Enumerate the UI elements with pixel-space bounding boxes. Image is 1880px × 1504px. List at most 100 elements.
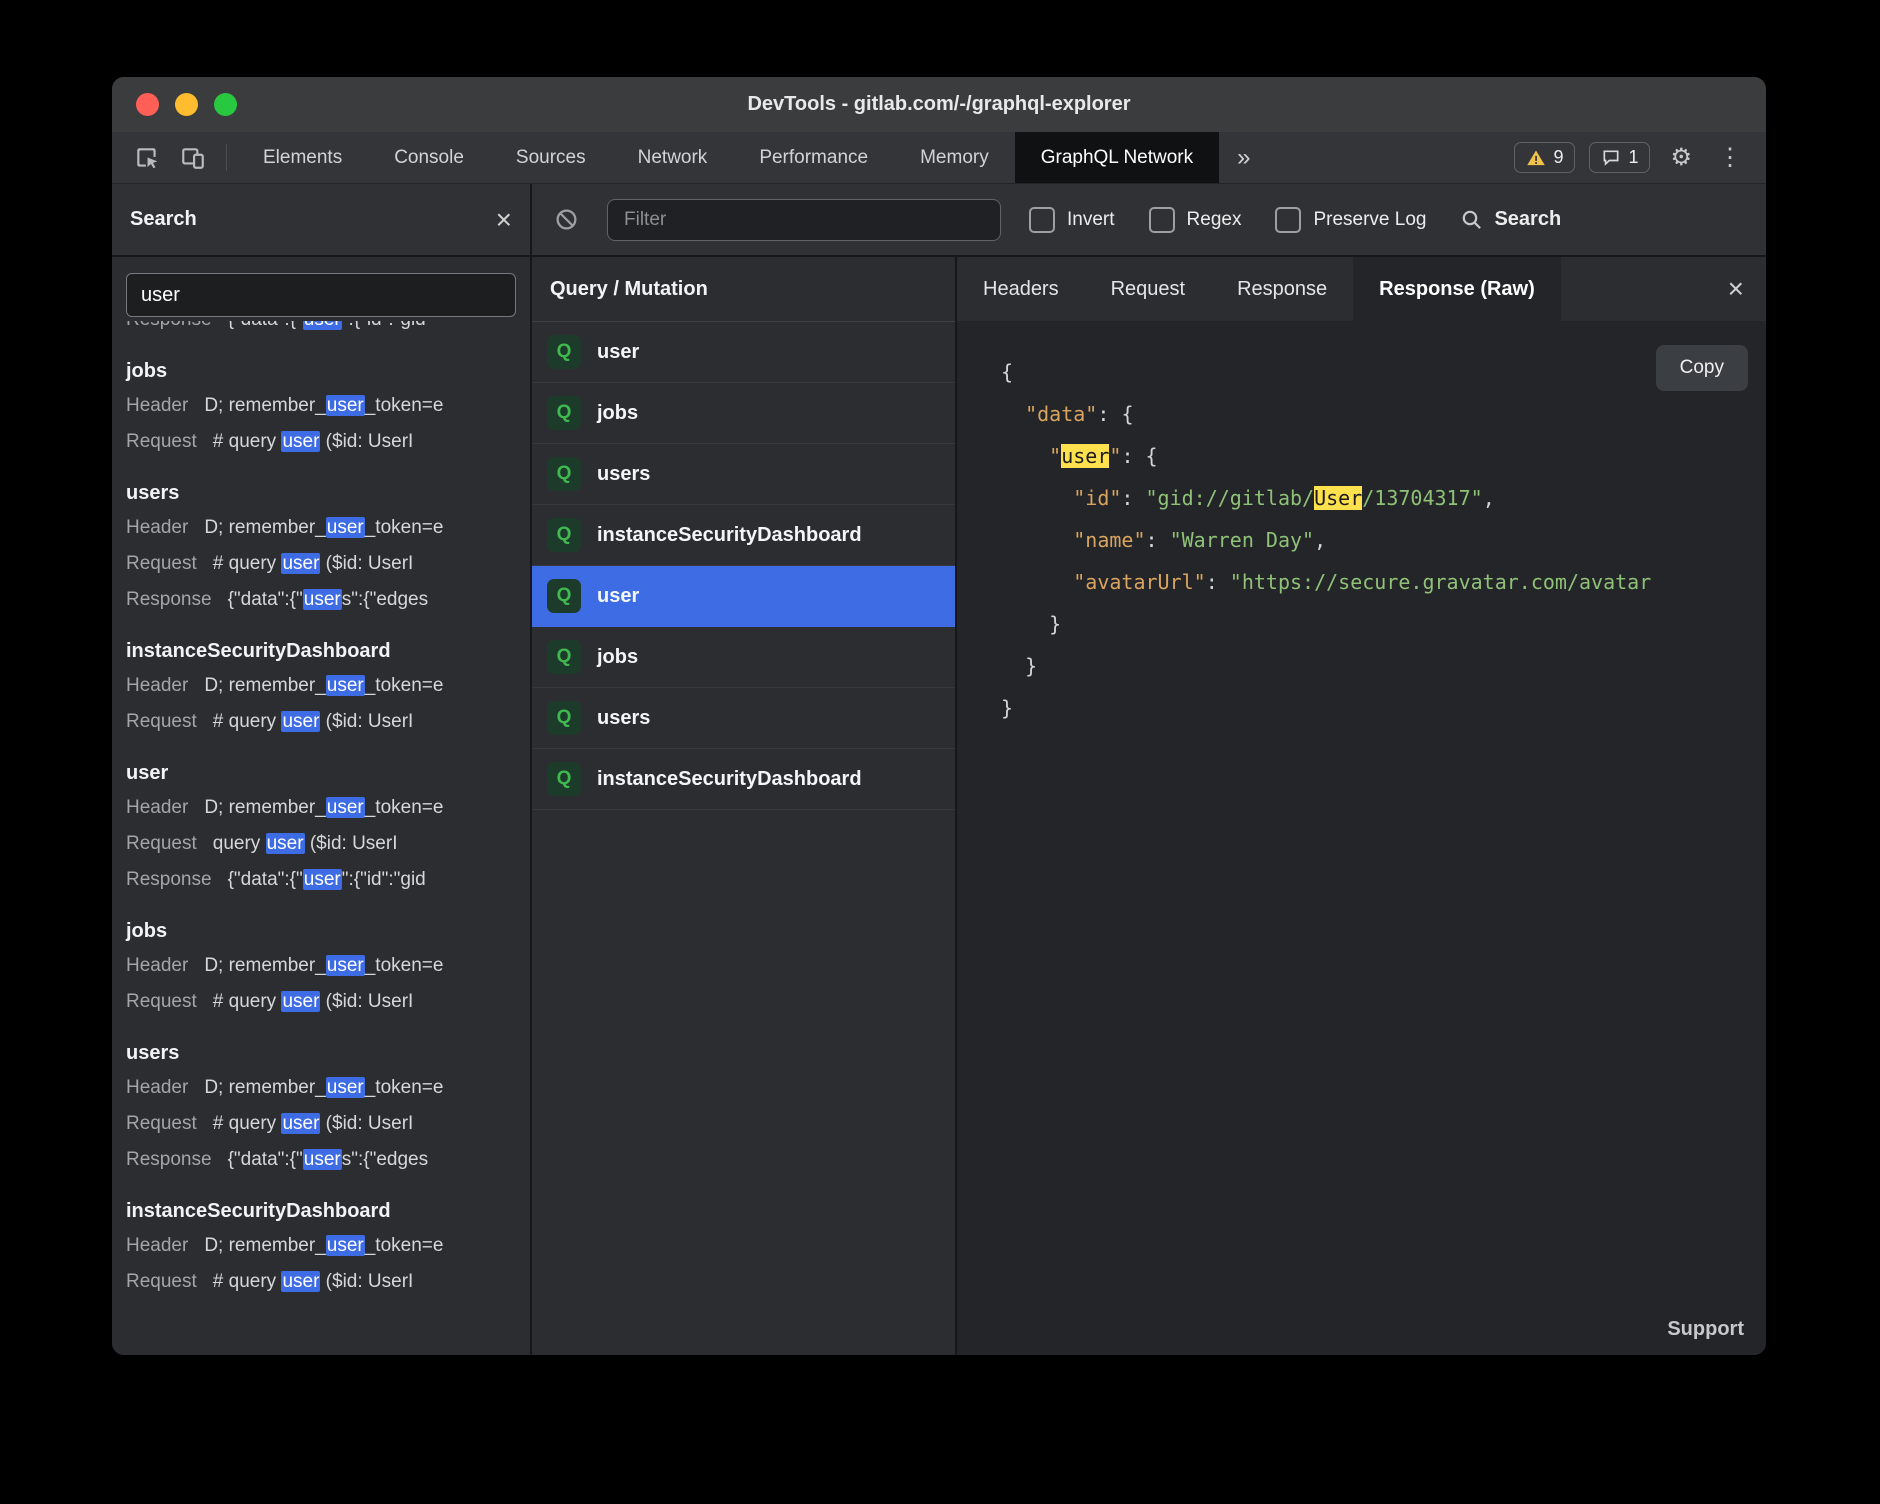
detail-tab-response[interactable]: Response (1211, 257, 1353, 321)
search-result-text: # query (213, 553, 282, 574)
search-match-highlight: user (303, 589, 342, 610)
json-token: "id" (1073, 486, 1121, 510)
search-result-line[interactable]: Request# query user ($id: UserI (126, 1106, 516, 1142)
settings-gear-icon[interactable]: ⚙ (1664, 146, 1698, 170)
checkbox-invert[interactable]: Invert (1029, 207, 1115, 233)
search-result-text: s":{"edges (342, 589, 428, 610)
checkbox-box-icon[interactable] (1149, 207, 1175, 233)
search-result-text: {"data":{" (228, 321, 303, 330)
query-list: QuserQjobsQusersQinstanceSecurityDashboa… (532, 322, 955, 810)
search-result-line[interactable]: Request query user ($id: UserI (126, 826, 516, 862)
filter-input[interactable] (607, 199, 1001, 241)
query-list-item-instancesecuritydashboard[interactable]: QinstanceSecurityDashboard (532, 505, 955, 566)
query-list-item-jobs[interactable]: Qjobs (532, 383, 955, 444)
search-result-kind: Request (126, 1271, 197, 1292)
search-result-text: query (213, 833, 266, 854)
search-result-line[interactable]: Response{"data":{"users":{"edges (126, 1142, 516, 1178)
close-window-button[interactable] (136, 93, 159, 116)
json-line: "data": { (1001, 393, 1766, 435)
search-match-highlight: user (326, 675, 365, 696)
search-result-kind: Request (126, 1113, 197, 1134)
search-group-title: users (126, 482, 516, 505)
clear-requests-icon[interactable] (554, 207, 579, 232)
query-list-item-instancesecuritydashboard[interactable]: QinstanceSecurityDashboard (532, 749, 955, 810)
search-result-line[interactable]: HeaderD; remember_user_token=e (126, 388, 516, 424)
search-result-kind: Request (126, 553, 197, 574)
query-list-title: Query / Mutation (532, 257, 955, 322)
search-result-kind: Request (126, 833, 197, 854)
detail-tab-request[interactable]: Request (1085, 257, 1212, 321)
search-input[interactable] (126, 273, 516, 317)
search-result-line[interactable]: HeaderD; remember_user_token=e (126, 1228, 516, 1264)
search-result-line[interactable]: HeaderD; remember_user_token=e (126, 790, 516, 826)
search-match-highlight: user (281, 431, 320, 452)
devtools-tab-memory[interactable]: Memory (894, 132, 1015, 183)
checkbox-box-icon[interactable] (1275, 207, 1301, 233)
detail-pane: HeadersRequestResponseResponse (Raw) × C… (957, 257, 1766, 1355)
warning-triangle-icon (1526, 148, 1546, 168)
search-result-line[interactable]: Request# query user ($id: UserI (126, 1264, 516, 1300)
search-pane: Response{"data":{"user":{"id":"gidjobsHe… (112, 257, 532, 1355)
copy-button[interactable]: Copy (1656, 345, 1748, 391)
device-toolbar-icon[interactable] (170, 132, 216, 183)
checkbox-preserve-log[interactable]: Preserve Log (1275, 207, 1426, 233)
zoom-window-button[interactable] (214, 93, 237, 116)
json-line: } (1001, 687, 1766, 729)
toolbar-search-button[interactable]: Search (1460, 208, 1561, 232)
close-search-panel-icon[interactable]: × (496, 206, 512, 234)
search-result-line[interactable]: Request# query user ($id: UserI (126, 424, 516, 460)
search-result-text: D; remember_ (204, 1077, 325, 1098)
query-name: user (597, 585, 639, 608)
query-list-item-users[interactable]: Qusers (532, 688, 955, 749)
search-result-line[interactable]: Response{"data":{"user":{"id":"gid (126, 862, 516, 898)
more-tabs-icon[interactable]: » (1219, 132, 1268, 183)
network-toolbar: Invert Regex Preserve Log Search (532, 184, 1766, 255)
devtools-tab-console[interactable]: Console (368, 132, 490, 183)
json-token: { (1001, 360, 1013, 384)
detail-tab-headers[interactable]: Headers (957, 257, 1085, 321)
search-result-line[interactable]: Response{"data":{"user":{"id":"gid (126, 321, 516, 338)
search-results: Response{"data":{"user":{"id":"gidjobsHe… (112, 319, 530, 1355)
query-list-item-user[interactable]: Quser (532, 566, 955, 627)
support-link[interactable]: Support (1667, 1318, 1744, 1341)
inspect-element-icon[interactable] (124, 132, 170, 183)
search-result-line[interactable]: HeaderD; remember_user_token=e (126, 948, 516, 984)
devtools-tab-elements[interactable]: Elements (237, 132, 368, 183)
json-token: " (1109, 444, 1121, 468)
search-match-highlight: user (281, 711, 320, 732)
search-match-highlight: user (266, 833, 305, 854)
search-result-line[interactable]: HeaderD; remember_user_token=e (126, 510, 516, 546)
search-result-text: ($id: UserI (320, 431, 413, 452)
devtools-tab-graphql-network[interactable]: GraphQL Network (1015, 132, 1219, 183)
search-result-line[interactable]: Request# query user ($id: UserI (126, 984, 516, 1020)
search-result-line[interactable]: Request# query user ($id: UserI (126, 704, 516, 740)
issues-badge[interactable]: 1 (1589, 142, 1650, 173)
detail-tab-response-raw[interactable]: Response (Raw) (1353, 257, 1561, 321)
devtools-tab-performance[interactable]: Performance (733, 132, 894, 183)
search-result-text: s":{"edges (342, 1149, 428, 1170)
query-name: instanceSecurityDashboard (597, 768, 862, 791)
search-result-line[interactable]: Response{"data":{"users":{"edges (126, 582, 516, 618)
search-result-text: {"data":{" (228, 869, 303, 890)
query-list-item-users[interactable]: Qusers (532, 444, 955, 505)
kebab-menu-icon[interactable]: ⋮ (1712, 146, 1748, 170)
search-result-line[interactable]: HeaderD; remember_user_token=e (126, 1070, 516, 1106)
search-result-text: ($id: UserI (305, 833, 398, 854)
close-detail-icon[interactable]: × (1706, 257, 1766, 321)
minimize-window-button[interactable] (175, 93, 198, 116)
devtools-tab-network[interactable]: Network (612, 132, 734, 183)
devtools-tab-sources[interactable]: Sources (490, 132, 612, 183)
search-result-line[interactable]: HeaderD; remember_user_token=e (126, 668, 516, 704)
checkbox-box-icon[interactable] (1029, 207, 1055, 233)
checkbox-regex[interactable]: Regex (1149, 207, 1242, 233)
titlebar[interactable]: DevTools - gitlab.com/-/graphql-explorer (112, 77, 1766, 132)
search-result-text: _token=e (365, 797, 444, 818)
warnings-badge[interactable]: 9 (1514, 142, 1575, 173)
search-result-line[interactable]: Request# query user ($id: UserI (126, 546, 516, 582)
query-list-item-jobs[interactable]: Qjobs (532, 627, 955, 688)
search-result-text: ($id: UserI (320, 711, 413, 732)
response-raw-body: Copy { "data": { "user": { "id": "gid://… (957, 321, 1766, 1355)
json-token: "avatarUrl" (1073, 570, 1205, 594)
json-token: /13704317" (1362, 486, 1482, 510)
query-list-item-user[interactable]: Quser (532, 322, 955, 383)
